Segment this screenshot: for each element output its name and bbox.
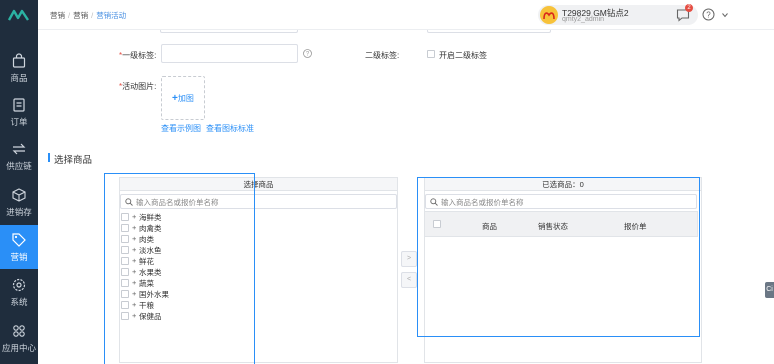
sidebar-item-orders[interactable]: 订单: [0, 90, 38, 134]
svg-text:?: ?: [706, 10, 711, 19]
previous-input-edge: [160, 30, 298, 33]
sidebar-item-label: 进销存: [6, 206, 32, 217]
tag-icon: [12, 232, 26, 247]
primary-tag-label: *一级标签:: [119, 51, 157, 60]
enable-secondary-label: 开启二级标签: [439, 51, 487, 60]
view-example-link[interactable]: 查看示例图: [161, 123, 201, 134]
breadcrumb-item[interactable]: 营销: [50, 11, 65, 20]
breadcrumb-current: 营销活动: [96, 11, 127, 20]
sidebar-item-label: 系统: [10, 296, 28, 307]
secondary-tag-label: 二级标签:: [365, 51, 400, 60]
enable-secondary-checkbox[interactable]: [427, 50, 435, 58]
sidebar-item-marketing[interactable]: 营销: [0, 225, 38, 269]
cube-icon: [12, 187, 26, 202]
primary-tag-input[interactable]: [161, 44, 298, 63]
user-menu[interactable]: T29829 GM钻点2 qmty2_admin: [538, 5, 698, 25]
gear-icon: [12, 278, 26, 291]
order-icon: [13, 97, 25, 112]
highlight-box: [417, 177, 700, 337]
section-title: 选择商品: [54, 155, 93, 166]
sidebar-item-label: 订单: [10, 116, 28, 127]
sidebar-item-system[interactable]: 系统: [0, 270, 38, 314]
breadcrumb: 营销 / 营销 / 营销活动: [50, 11, 127, 20]
move-right-button[interactable]: >: [401, 251, 417, 267]
move-left-button[interactable]: <: [401, 272, 417, 288]
user-account: qmty2_admin: [562, 16, 605, 23]
logo: [8, 9, 29, 21]
sidebar-item-label: 供应链: [6, 160, 32, 171]
sidebar-item-inventory[interactable]: 进销存: [0, 180, 38, 224]
sidebar-item-label: 应用中心: [1, 342, 36, 353]
sidebar-item-label: 营销: [10, 251, 28, 262]
exchange-icon: [12, 143, 26, 154]
upload-label: +加图: [172, 93, 194, 104]
highlight-box: [104, 173, 255, 364]
previous-input-edge: [427, 30, 551, 33]
breadcrumb-item[interactable]: 营销: [73, 11, 88, 20]
view-icon-standard-link[interactable]: 查看图标标准: [206, 123, 254, 134]
help-icon[interactable]: ?: [702, 8, 715, 21]
notification-badge: 2: [685, 4, 693, 12]
sidebar-item-products[interactable]: 商品: [0, 46, 38, 90]
activity-image-label: *活动图片:: [119, 82, 157, 91]
question-icon[interactable]: ?: [303, 49, 312, 58]
section-marker: [48, 153, 50, 162]
sidebar: 商品 订单 供应链 进销存 营销 系统 应用中心: [0, 0, 38, 364]
apps-icon: [13, 324, 25, 337]
side-tab-button[interactable]: Ci: [765, 282, 774, 298]
sidebar-item-app-center[interactable]: 应用中心: [0, 316, 38, 360]
avatar: [540, 6, 558, 24]
chevron-down-icon[interactable]: [722, 12, 728, 18]
sidebar-item-label: 商品: [10, 72, 28, 83]
sidebar-item-supply-chain[interactable]: 供应链: [0, 134, 38, 178]
image-upload-button[interactable]: +加图: [161, 76, 205, 120]
bag-icon: [12, 52, 26, 68]
